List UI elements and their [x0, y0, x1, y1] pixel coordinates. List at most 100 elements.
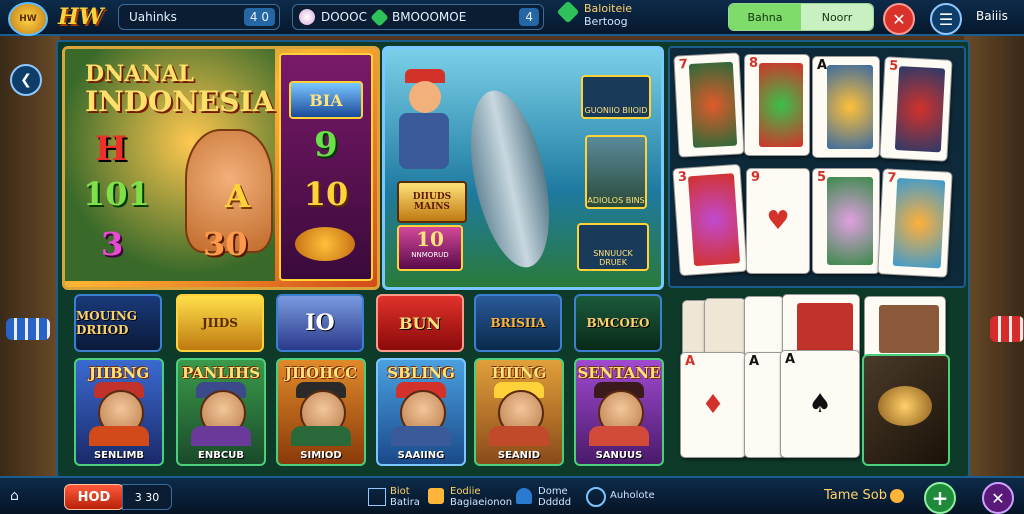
promo-text[interactable]: Baloiteie Bertoog — [584, 2, 632, 28]
card-rank: A — [685, 354, 696, 369]
playing-card[interactable]: A — [812, 56, 880, 158]
home-icon[interactable]: ⌂ — [10, 488, 30, 504]
character-card-5[interactable]: HIING SEANID — [474, 358, 564, 466]
logo-text[interactable]: HW — [58, 4, 104, 30]
grid-icon — [368, 488, 386, 506]
character-card-3[interactable]: JIIOHCC SIMIOD — [276, 358, 366, 466]
bottom-bar: ⌂ HOD 3 30 Biot Batira Eodiie Bagiaeiono… — [0, 476, 1024, 514]
playing-card[interactable]: 9 ♥ — [746, 168, 810, 274]
poker-chips-right — [990, 316, 1024, 342]
card-rank: 7 — [678, 57, 689, 73]
fish-badge-2: 10 NNMORUD — [397, 225, 463, 271]
nav-item-1[interactable]: Biot Batira — [368, 486, 420, 508]
promo-line-2: Bertoog — [584, 15, 628, 28]
character-card-6[interactable]: SENTANE SANUUS — [574, 358, 664, 466]
nav-item-3-title: Dome — [538, 486, 568, 497]
character-body — [588, 426, 650, 446]
playing-card[interactable]: A ♠ — [780, 350, 860, 458]
user-icon — [516, 488, 532, 504]
register-button[interactable]: Noorr — [801, 4, 873, 30]
playing-card[interactable]: 3 — [672, 163, 748, 277]
featured-fishing-game[interactable]: DIIUDS MAINS 10 NNMORUD GUONIIO BIIOID A… — [382, 46, 664, 290]
game-tile-6[interactable]: BMCOEO — [574, 294, 662, 352]
playing-card[interactable]: 5 — [879, 56, 953, 162]
card-rank: 5 — [888, 58, 899, 75]
character-card-4[interactable]: SBLING SAAIING — [376, 358, 466, 466]
back-arrow-icon[interactable]: ❮ — [10, 64, 42, 96]
character-card-2[interactable]: PANLIHS ENBCUB — [176, 358, 266, 466]
dragon-art — [688, 61, 738, 148]
card-rank: A — [749, 354, 760, 369]
gem-value: 4 — [519, 8, 539, 26]
card-rank: A — [785, 352, 796, 367]
heart-icon: ♥ — [766, 206, 790, 236]
logo-badge-text: HW — [19, 14, 37, 24]
nav-item-2-title: Eodiie — [450, 486, 481, 497]
slot-symbol-4: A — [225, 177, 250, 215]
nav-item-2[interactable]: Eodiie Bagiaeionon — [428, 486, 512, 508]
info-icon — [586, 487, 606, 507]
poker-chips-left — [6, 318, 50, 340]
top-bar: HW HW Uahinks 4 0 DOOOC BMOOOMOE 4 Baloi… — [0, 0, 1024, 36]
diamond-icon: ♦ — [701, 390, 725, 420]
playing-card[interactable]: A ♦ — [680, 352, 746, 458]
playing-card[interactable]: 7 — [877, 168, 953, 278]
spade-icon: ♠ — [808, 389, 832, 419]
card-back-stack — [744, 296, 784, 360]
character-subtitle: SIMIOD — [300, 450, 342, 461]
game-tile-1[interactable]: MOUING DRIIOD — [74, 294, 162, 352]
card-rank: 3 — [677, 169, 688, 186]
game-tile-5[interactable]: BRISIIA — [474, 294, 562, 352]
dragon-art — [797, 303, 853, 353]
playing-card[interactable]: 5 — [812, 168, 880, 274]
game-tile-4[interactable]: BUN — [376, 294, 464, 352]
dragon-art — [879, 305, 939, 353]
character-title: JIIBNG — [88, 364, 150, 382]
logo-emblem[interactable]: HW — [8, 2, 48, 36]
dragon-art — [892, 178, 946, 269]
hold-button[interactable]: HOD — [64, 484, 124, 510]
gem-label: BMOOOMOE — [391, 10, 467, 24]
character-title: HIING — [491, 364, 547, 382]
pearl-icon — [299, 9, 315, 25]
fish-badge-2-sub: NNMORUD — [411, 251, 449, 259]
menu-label: Baiiis — [976, 9, 1008, 23]
character-body — [488, 426, 550, 446]
add-icon[interactable]: + — [924, 482, 956, 514]
fisherman-face — [409, 81, 441, 113]
game-tile-3[interactable]: IO — [276, 294, 364, 352]
card-rank: 8 — [749, 56, 759, 71]
left-scenery — [0, 36, 60, 476]
character-subtitle: SEANID — [497, 450, 541, 461]
fish-side-card-2[interactable]: ADIOLOS BINS — [585, 135, 647, 209]
slot-symbol-1: H — [95, 129, 128, 169]
pearl-label: DOOOC — [321, 10, 367, 24]
balance-pill[interactable]: Uahinks 4 0 — [118, 4, 280, 30]
side-symbol-1: 9 — [314, 125, 338, 165]
fisherman-body — [399, 113, 449, 169]
featured-slot-indonesia[interactable]: DNANAL INDONESIA H 101 3 A 30 BIA 9 10 — [62, 46, 380, 290]
right-scenery — [964, 36, 1024, 476]
fish-side-card-1[interactable]: GUONIIO BIIOID — [581, 75, 651, 119]
game-tile-2[interactable]: JIIDS — [176, 294, 264, 352]
gems-pill[interactable]: DOOOC BMOOOMOE 4 — [292, 4, 544, 30]
menu-icon[interactable]: ☰ — [930, 3, 962, 35]
character-title: SENTANE — [577, 364, 661, 382]
dragon-art — [687, 173, 741, 267]
playing-card[interactable]: 8 — [744, 54, 810, 156]
nav-item-4[interactable]: Auholote — [586, 487, 655, 507]
character-card-1[interactable]: JIIBNG SENLIMB — [74, 358, 164, 466]
deck-card-back[interactable] — [862, 354, 950, 466]
auth-toggle: Bahna Noorr — [728, 3, 874, 31]
close-icon[interactable]: ✕ — [883, 3, 915, 35]
nav-item-3[interactable]: Dome Ddddd — [516, 486, 571, 508]
playing-card[interactable]: 7 — [673, 52, 745, 158]
close-icon[interactable]: ✕ — [982, 482, 1014, 514]
login-button[interactable]: Bahna — [729, 4, 801, 30]
character-title: PANLIHS — [181, 364, 261, 382]
character-title: SBLING — [387, 364, 455, 382]
fish-side-card-3[interactable]: SNNUUCK DRUEK — [577, 223, 649, 271]
card-rank: A — [817, 58, 828, 73]
card-rank: 9 — [751, 170, 761, 185]
nav-item-3-sub: Ddddd — [538, 497, 572, 508]
